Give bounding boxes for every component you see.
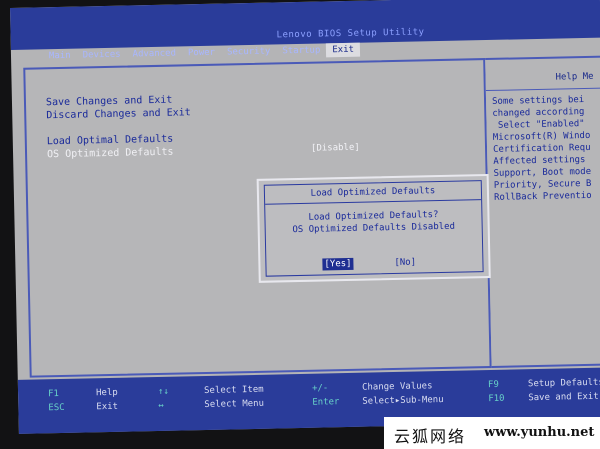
updown-key-desc: Select Item <box>203 384 264 397</box>
bios-title: Lenovo BIOS Setup Utility <box>276 27 425 41</box>
dialog-message-status: OS Optimized Defaults Disabled <box>292 221 456 236</box>
yes-button[interactable]: [Yes] <box>322 257 354 271</box>
help-text: Some settings bei changed according Sele… <box>491 94 592 203</box>
bios-screen: Lenovo BIOS Setup Utility Main Devices A… <box>10 0 600 434</box>
tab-devices[interactable]: Devices <box>77 48 127 63</box>
save-changes-exit-item[interactable]: Save Changes and Exit <box>46 95 173 109</box>
f10-key: F10 <box>488 393 505 405</box>
f10-key-desc: Save and Exit <box>528 391 599 404</box>
tab-startup[interactable]: Startup <box>276 43 326 58</box>
dialog-title: Load Optimized Defaults <box>310 186 436 199</box>
tab-exit[interactable]: Exit <box>326 42 361 58</box>
dialog-frame: Load Optimized Defaults Load Optimized D… <box>263 180 484 277</box>
esc-key-desc: Exit <box>96 401 119 413</box>
no-button[interactable]: [No] <box>392 257 418 270</box>
plusminus-key-desc: Change Values <box>361 381 433 393</box>
load-optimized-defaults-dialog: Load Optimized Defaults Load Optimized D… <box>256 174 491 283</box>
f9-key: F9 <box>487 379 499 391</box>
discard-changes-exit-item[interactable]: Discard Changes and Exit <box>46 107 191 121</box>
tab-advanced[interactable]: Advanced <box>126 46 182 61</box>
up-down-arrow-icon: ↑↓ <box>157 386 170 397</box>
f1-key-desc: Help <box>95 387 118 399</box>
dialog-divider <box>265 199 482 205</box>
watermark-chinese-text: 云狐网络 <box>394 427 467 446</box>
watermark: 云狐网络 www.yunhu.net <box>384 417 600 449</box>
left-right-arrow-icon: ↔ <box>158 400 164 411</box>
esc-key: ESC <box>48 402 65 414</box>
plus-minus-key: +/- <box>311 383 329 394</box>
os-optimized-defaults-value[interactable]: [Disable] <box>311 143 360 154</box>
help-panel-title: Help Me <box>555 71 594 83</box>
tab-main[interactable]: Main <box>43 49 77 64</box>
leftright-key-desc: Select Menu <box>204 398 265 411</box>
enter-key-desc: Select▸Sub-Menu <box>362 395 444 407</box>
f1-key: F1 <box>47 389 60 400</box>
f9-key-desc: Setup Defaults <box>527 377 600 390</box>
os-optimized-defaults-item[interactable]: OS Optimized Defaults <box>47 147 174 161</box>
help-panel: Help Me Some settings bei changed accord… <box>485 55 600 368</box>
load-optimal-defaults-item[interactable]: Load Optimal Defaults <box>47 134 174 148</box>
bios-title-bar: Lenovo BIOS Setup Utility <box>10 0 600 50</box>
enter-key: Enter <box>312 397 340 408</box>
tab-security[interactable]: Security <box>221 44 277 59</box>
help-divider <box>485 87 600 92</box>
watermark-url: www.yunhu.net <box>484 425 595 440</box>
tab-power[interactable]: Power <box>182 46 221 61</box>
